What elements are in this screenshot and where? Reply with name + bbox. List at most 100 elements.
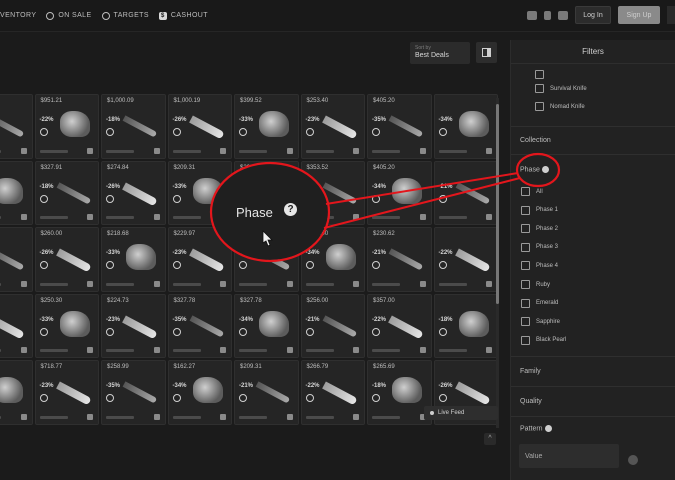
filter-option-above[interactable] bbox=[535, 70, 544, 79]
item-card[interactable]: $250.30 -33% bbox=[34, 293, 99, 358]
coin-icon bbox=[438, 261, 447, 269]
sort-select[interactable]: Sort by Best Deals bbox=[410, 42, 470, 64]
item-card[interactable]: $327.78 -35% bbox=[167, 293, 232, 358]
item-card[interactable]: $209.28-22% bbox=[0, 160, 33, 225]
knife-image bbox=[322, 314, 357, 338]
phase-option[interactable]: Phase 1 bbox=[521, 205, 558, 215]
item-card[interactable]: $265.69 -18% bbox=[367, 360, 432, 425]
notification-icon[interactable] bbox=[544, 10, 551, 20]
checkbox[interactable] bbox=[521, 224, 530, 234]
checkbox[interactable] bbox=[521, 317, 530, 327]
filter-option-survival-knife[interactable]: Survival Knife bbox=[535, 84, 587, 93]
phase-option[interactable]: Phase 3 bbox=[521, 242, 558, 252]
item-card[interactable]: -34% bbox=[433, 94, 498, 159]
checkbox[interactable] bbox=[521, 335, 530, 345]
item-card[interactable]: -21% bbox=[433, 160, 498, 225]
coin-icon bbox=[172, 194, 181, 203]
nav-inventory[interactable]: VENTORY bbox=[0, 12, 36, 19]
signup-button[interactable]: Sign Up bbox=[618, 6, 660, 24]
help-icon[interactable] bbox=[541, 166, 549, 173]
phase-option[interactable]: Sapphire bbox=[521, 317, 560, 327]
glove-image bbox=[59, 111, 90, 137]
wear-bar bbox=[305, 349, 334, 352]
phase-option[interactable]: Emerald bbox=[521, 298, 558, 308]
item-card[interactable]: $399.52 -33% bbox=[234, 94, 299, 159]
phase-option[interactable]: Black Pearl bbox=[521, 335, 566, 345]
coin-icon bbox=[438, 194, 447, 203]
item-card[interactable]: $253.40 -23% bbox=[300, 94, 365, 159]
item-discount: -33% bbox=[239, 117, 254, 123]
item-card[interactable]: $405.20 -35% bbox=[367, 94, 432, 159]
item-card[interactable]: $162.27 -34% bbox=[167, 360, 232, 425]
checkbox[interactable] bbox=[521, 187, 530, 196]
collection-section[interactable]: Collection bbox=[520, 137, 551, 144]
item-card[interactable]: $442.86-21% bbox=[0, 94, 33, 159]
wear-bar bbox=[172, 349, 201, 352]
item-card[interactable]: $1,000.09 -18% bbox=[101, 94, 166, 159]
item-card[interactable]: $230.62 -21% bbox=[367, 227, 432, 292]
item-card[interactable]: $260.00 -26% bbox=[34, 227, 99, 292]
item-card[interactable]: $718.77 -23% bbox=[34, 360, 99, 425]
nav-on-sale[interactable]: ON SALE bbox=[46, 11, 91, 20]
grid-scrollbar[interactable] bbox=[496, 98, 499, 428]
item-card[interactable]: -18% bbox=[433, 293, 498, 358]
item-card[interactable]: $209.31 -21% bbox=[234, 360, 299, 425]
phase-option[interactable]: Phase 2 bbox=[521, 224, 559, 234]
checkbox[interactable] bbox=[535, 84, 544, 93]
menu-button[interactable] bbox=[667, 6, 675, 24]
item-card[interactable]: $315.20-26% bbox=[0, 293, 33, 358]
settings-icon[interactable] bbox=[628, 455, 638, 465]
item-card[interactable]: $225.06-33% bbox=[0, 360, 33, 425]
option-label: Phase 2 bbox=[536, 225, 559, 232]
item-card[interactable]: $327.78 -34% bbox=[234, 293, 299, 358]
item-card[interactable]: -22% bbox=[433, 227, 498, 292]
chat-icon[interactable] bbox=[527, 10, 537, 20]
item-price: $327.78 bbox=[240, 297, 262, 304]
login-button[interactable]: Log In bbox=[575, 6, 611, 24]
item-card[interactable]: $1,000.19 -26% bbox=[167, 94, 232, 159]
checkbox[interactable] bbox=[521, 205, 530, 215]
item-card[interactable]: $218.68 -33% bbox=[101, 227, 166, 292]
item-price: $258.99 bbox=[107, 364, 129, 370]
lock-icon bbox=[87, 347, 93, 353]
item-price: $229.97 bbox=[173, 231, 196, 237]
help-icon[interactable] bbox=[544, 425, 552, 432]
wear-bar bbox=[438, 216, 467, 219]
checkbox[interactable] bbox=[521, 280, 530, 289]
checkbox[interactable] bbox=[535, 70, 544, 79]
wear-bar bbox=[172, 415, 201, 419]
phase-option[interactable]: Ruby bbox=[521, 280, 550, 289]
item-card[interactable]: $232.75-18% bbox=[0, 227, 33, 292]
knife-image bbox=[122, 381, 158, 404]
item-card[interactable]: $258.99 -35% bbox=[101, 360, 166, 425]
phase-option[interactable]: Phase 4 bbox=[521, 261, 558, 271]
nav-targets[interactable]: TARGETS bbox=[101, 11, 149, 20]
item-discount: -23% bbox=[39, 383, 54, 389]
wear-bar bbox=[372, 216, 400, 219]
item-card[interactable]: $327.91 -18% bbox=[34, 160, 99, 225]
wear-bar bbox=[39, 415, 68, 419]
item-card[interactable]: $405.20 -34% bbox=[367, 160, 432, 225]
item-card[interactable]: $224.73 -23% bbox=[101, 293, 166, 358]
live-feed-button[interactable]: Live Feed bbox=[424, 406, 498, 420]
checkbox[interactable] bbox=[521, 261, 530, 271]
panel-toggle-button[interactable] bbox=[476, 42, 497, 63]
item-card[interactable]: $951.21 -22% bbox=[34, 94, 99, 159]
back-to-top-button[interactable]: ^ bbox=[484, 433, 496, 445]
stats-icon[interactable] bbox=[558, 10, 568, 20]
checkbox[interactable] bbox=[535, 102, 544, 111]
filter-option-nomad-knife[interactable]: Nomad Knife bbox=[535, 102, 585, 111]
phase-option[interactable]: All bbox=[521, 187, 543, 196]
pattern-value-input[interactable] bbox=[519, 444, 619, 468]
item-card[interactable]: $256.00 -21% bbox=[300, 293, 365, 358]
checkbox[interactable] bbox=[521, 242, 530, 252]
family-section[interactable]: Family bbox=[520, 368, 541, 375]
item-discount: -34% bbox=[438, 117, 453, 123]
quality-section[interactable]: Quality bbox=[520, 398, 542, 405]
item-card[interactable]: $357.00 -22% bbox=[367, 293, 432, 358]
checkbox[interactable] bbox=[521, 298, 530, 308]
nav-cashout[interactable]: $ CASHOUT bbox=[158, 11, 208, 20]
item-card[interactable]: $266.79 -22% bbox=[300, 360, 365, 425]
scrollbar-thumb[interactable] bbox=[496, 104, 499, 304]
item-card[interactable]: $274.84 -26% bbox=[101, 160, 166, 225]
